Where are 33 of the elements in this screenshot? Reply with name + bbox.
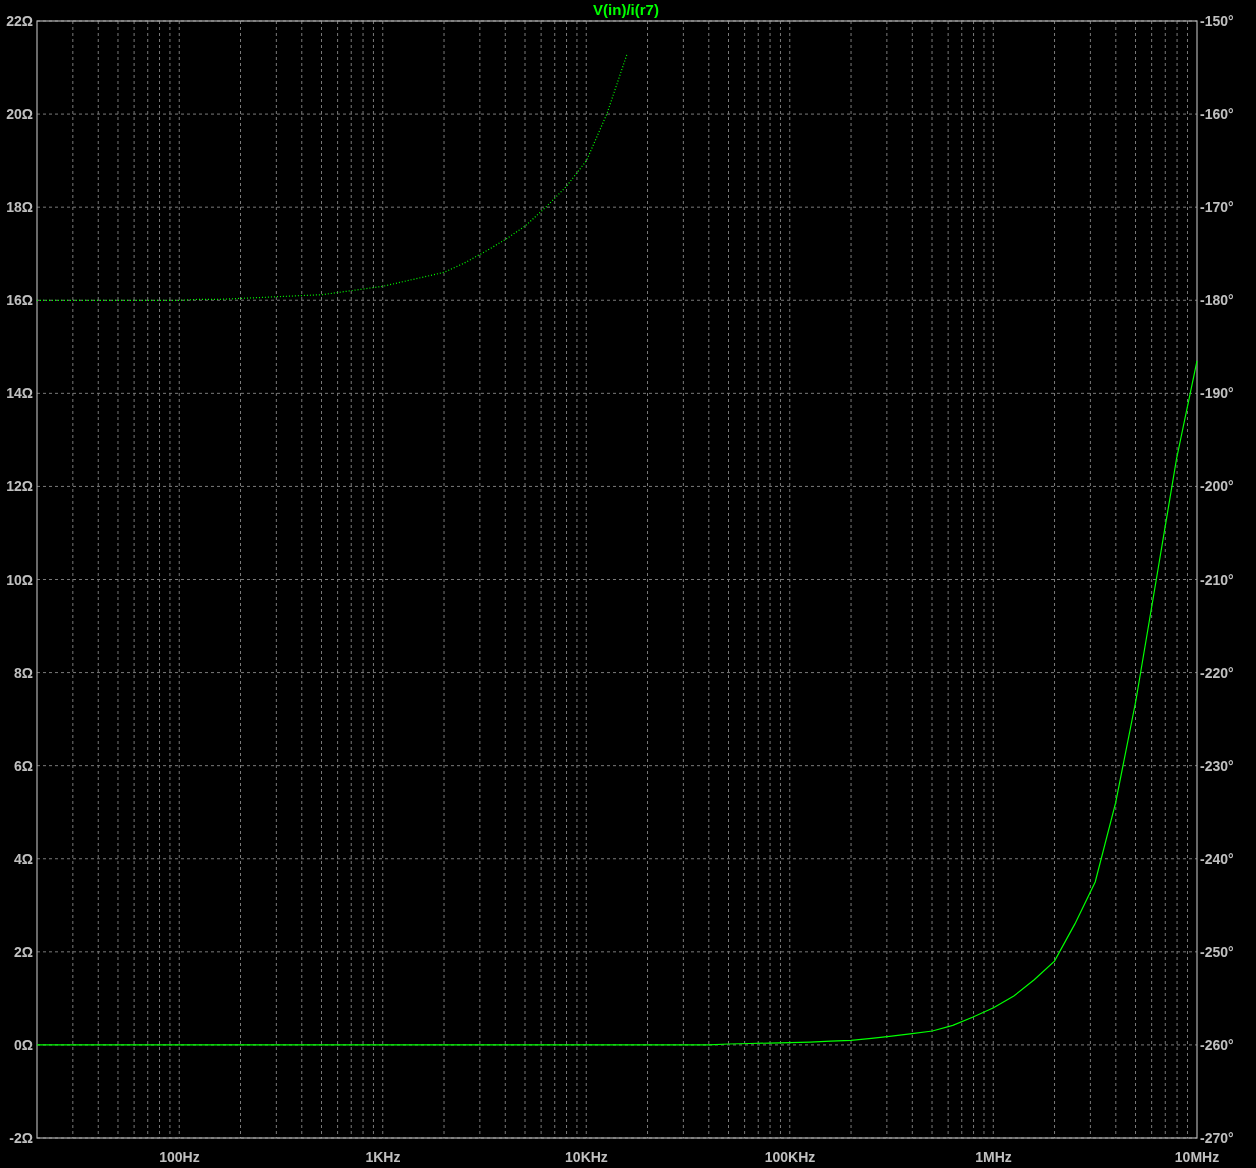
x-axis-label: 10KHz (565, 1149, 608, 1165)
x-axis-label: 100Hz (159, 1149, 200, 1165)
y-axis-label: 0Ω (14, 1036, 33, 1053)
y-axis-label: 18Ω (6, 199, 33, 216)
trace-title: V(in)/i(r7) (593, 1, 659, 18)
x-axis-label: 1KHz (365, 1149, 401, 1165)
phase-axis-label: -150° (1200, 13, 1234, 29)
phase-axis-label: -200° (1200, 478, 1234, 495)
y-axis-label: 8Ω (14, 664, 33, 681)
y-axis-label: 16Ω (6, 292, 33, 309)
phase-axis-label: -170° (1200, 199, 1234, 216)
x-axis-label: 10MHz (1174, 1149, 1220, 1165)
phase-axis-label: -260° (1200, 1036, 1234, 1053)
x-axis-label: 100KHz (764, 1149, 816, 1165)
phase-axis-label: -220° (1200, 664, 1234, 681)
x-axis-label: 1MHz (975, 1149, 1012, 1165)
phase-axis-label: -180° (1200, 292, 1234, 309)
phase-axis-label: -210° (1200, 571, 1234, 588)
y-axis-label: 20Ω (6, 106, 33, 123)
y-axis-label: 10Ω (6, 571, 33, 588)
phase-axis-label: -240° (1200, 850, 1234, 867)
phase-axis-label: -160° (1200, 106, 1234, 123)
phase-axis-label: -230° (1200, 757, 1234, 774)
y-axis-label: 22Ω (6, 13, 33, 29)
y-axis-label: 14Ω (6, 385, 33, 402)
phase-axis-label: -190° (1200, 385, 1234, 402)
phase-axis-label: -250° (1200, 943, 1234, 960)
y-axis-label: 4Ω (14, 850, 33, 867)
y-axis-label: 2Ω (14, 943, 33, 960)
y-axis-label: -2Ω (9, 1130, 33, 1146)
y-axis-label: 12Ω (6, 478, 33, 495)
phase-axis-label: -270° (1200, 1130, 1234, 1146)
y-axis-label: 6Ω (14, 757, 33, 774)
